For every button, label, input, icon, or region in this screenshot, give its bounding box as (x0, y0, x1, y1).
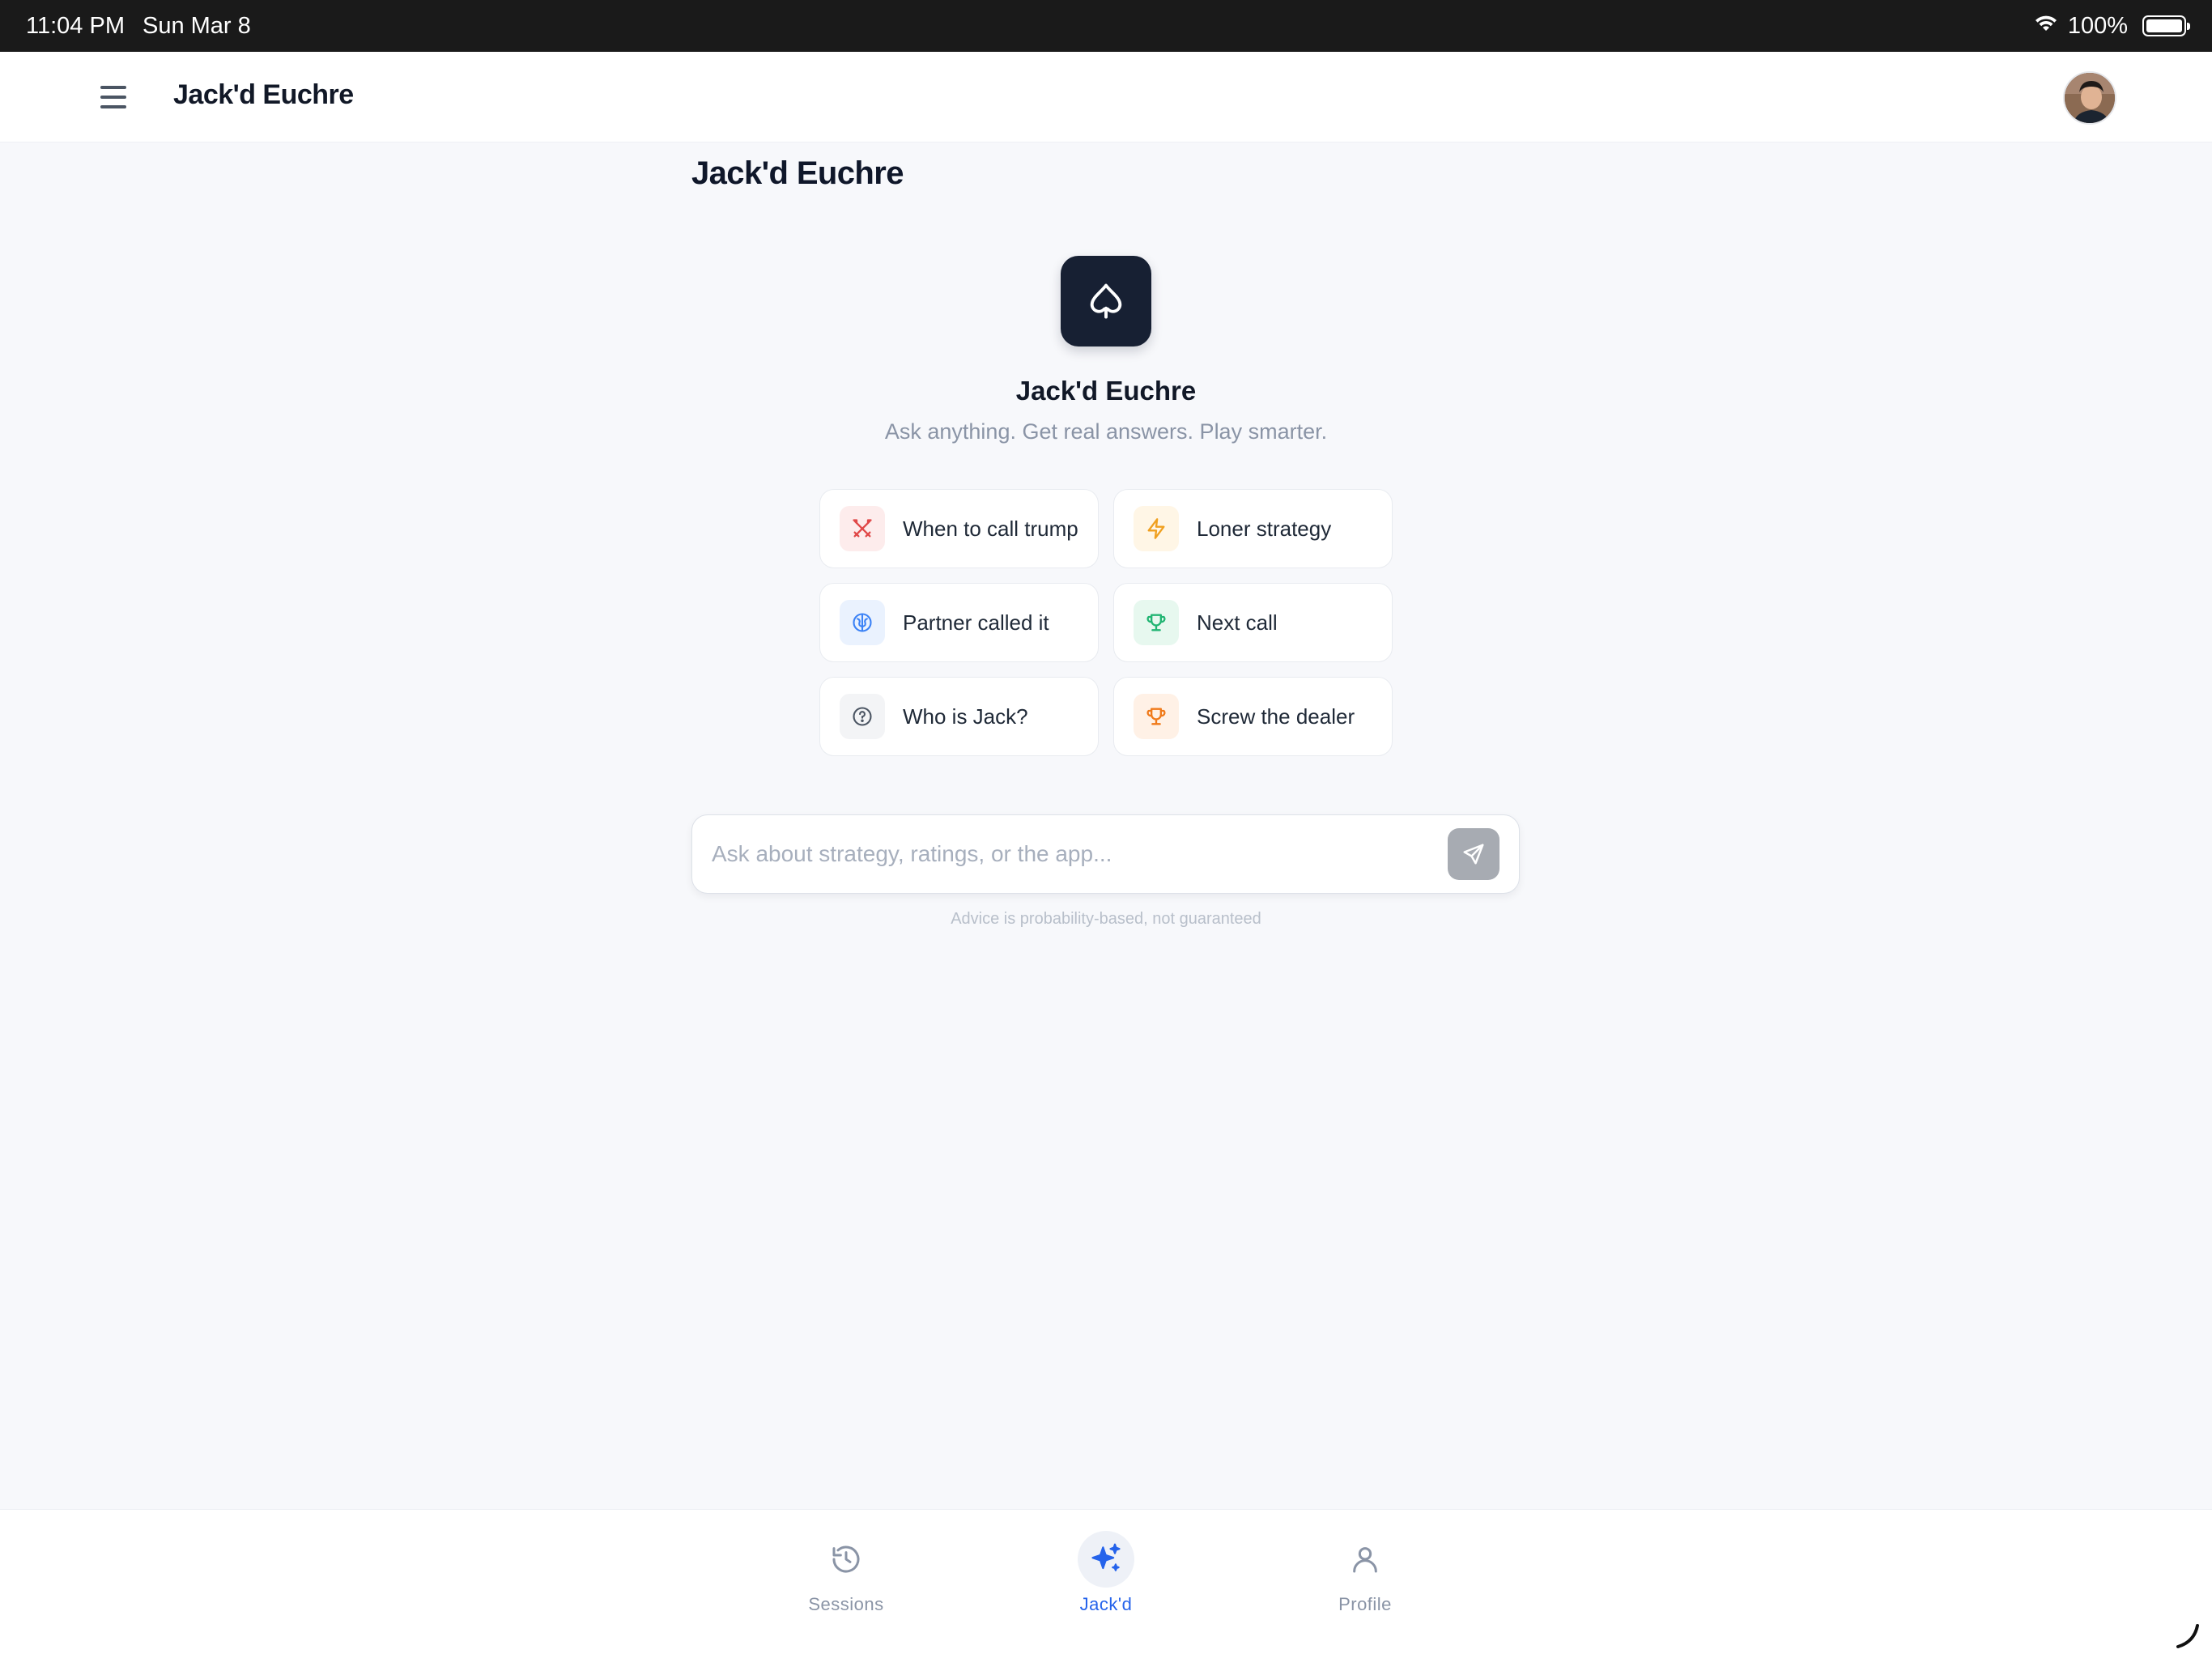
suggested-prompts: When to call trump Loner strategy Partne… (819, 489, 1393, 756)
history-icon (818, 1531, 874, 1588)
tab-label: Sessions (808, 1594, 884, 1614)
prompt-label: Screw the dealer (1197, 704, 1355, 729)
user-avatar[interactable] (2063, 71, 2116, 125)
app-title: Jack'd Euchre (173, 79, 354, 110)
trophy-icon (1134, 694, 1179, 739)
status-time: 11:04 PM (26, 12, 125, 39)
prompt-label: Loner strategy (1197, 516, 1332, 541)
wifi-icon (2034, 13, 2058, 40)
prompt-when-to-call-trump[interactable]: When to call trump (819, 489, 1099, 568)
prompt-label: Partner called it (903, 610, 1049, 635)
spade-icon (1061, 256, 1151, 346)
brain-icon (840, 600, 885, 645)
top-app-bar: Jack'd Euchre (0, 52, 2212, 142)
prompt-partner-called-it[interactable]: Partner called it (819, 583, 1099, 662)
prompt-label: Who is Jack? (903, 704, 1028, 729)
trophy-icon (1134, 600, 1179, 645)
prompt-next-call[interactable]: Next call (1113, 583, 1393, 662)
disclaimer: Advice is probability-based, not guarant… (951, 910, 1261, 928)
hero-title: Jack'd Euchre (1015, 376, 1197, 406)
bottom-nav: Sessions Jack'd Profile (0, 1509, 2212, 1658)
prompt-loner-strategy[interactable]: Loner strategy (1113, 489, 1393, 568)
battery-percentage: 100% (2067, 12, 2128, 39)
tab-label: Jack'd (1079, 1594, 1133, 1614)
prompt-who-is-jack[interactable]: Who is Jack? (819, 677, 1099, 756)
hero-subtitle: Ask anything. Get real answers. Play sma… (884, 419, 1328, 444)
prompt-label: Next call (1197, 610, 1278, 635)
page-title: Jack'd Euchre (691, 155, 904, 191)
question-circle-icon (840, 694, 885, 739)
send-icon[interactable] (1448, 828, 1499, 880)
status-date: Sun Mar 8 (142, 12, 251, 39)
tab-profile[interactable]: Profile (1300, 1531, 1430, 1615)
crossed-swords-icon (840, 506, 885, 551)
user-icon (1337, 1531, 1393, 1588)
tab-sessions[interactable]: Sessions (781, 1531, 911, 1615)
hamburger-menu-icon[interactable] (100, 81, 134, 113)
tab-jackd[interactable]: Jack'd (1041, 1531, 1171, 1615)
chat-input-container (691, 814, 1520, 894)
prompt-label: When to call trump (903, 516, 1078, 541)
status-bar: 11:04 PM Sun Mar 8 100% (0, 0, 2212, 52)
prompt-screw-the-dealer[interactable]: Screw the dealer (1113, 677, 1393, 756)
tab-label: Profile (1338, 1594, 1392, 1614)
battery-icon (2142, 15, 2190, 36)
resize-handle-icon (2173, 1621, 2202, 1650)
lightning-icon (1134, 506, 1179, 551)
sparkles-icon (1078, 1531, 1134, 1588)
chat-input[interactable] (712, 841, 1448, 867)
battery-level (2146, 19, 2182, 32)
